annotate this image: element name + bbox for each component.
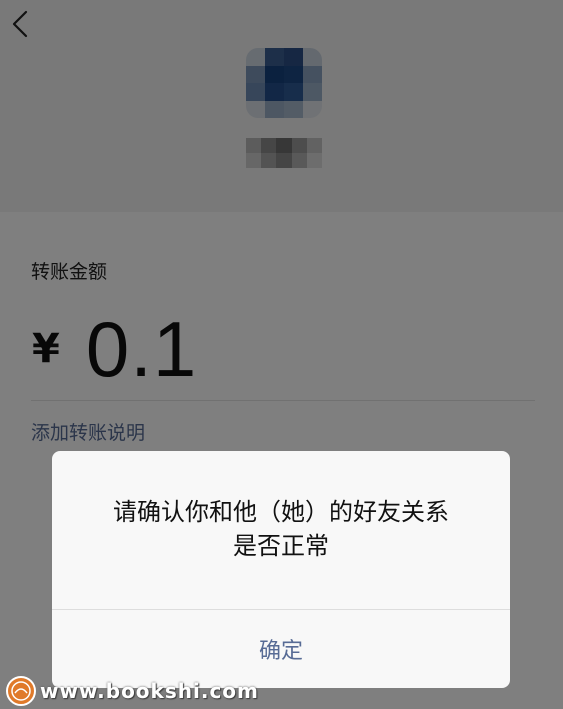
watermark-logo-icon [6, 676, 36, 706]
dialog-message-line-1: 请确认你和他（她）的好友关系 [113, 498, 449, 526]
dialog-message-line-2: 是否正常 [233, 532, 329, 560]
dialog-message: 请确认你和他（她）的好友关系 是否正常 [82, 495, 480, 563]
site-watermark: www.bookshi.com [6, 676, 259, 706]
watermark-text: www.bookshi.com [40, 679, 259, 703]
confirm-dialog: 请确认你和他（她）的好友关系 是否正常 确定 [52, 451, 510, 688]
